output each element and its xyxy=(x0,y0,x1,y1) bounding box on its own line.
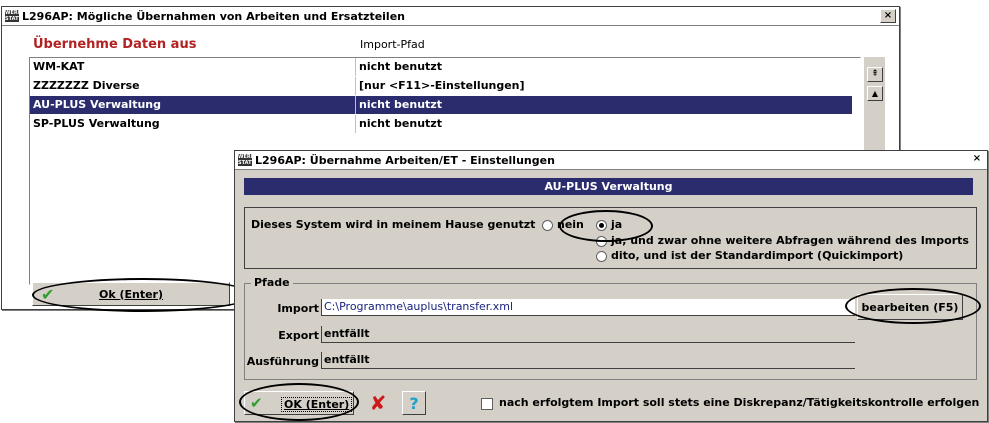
list-item-selected[interactable]: AU-PLUS Verwaltung nicht benutzt xyxy=(30,96,852,114)
front-window-title: L296AP: Übernahme Arbeiten/ET - Einstell… xyxy=(255,153,555,167)
list-item-path: nicht benutzt xyxy=(359,98,442,111)
list-item[interactable]: WM-KAT nicht benutzt xyxy=(30,58,852,76)
cancel-button[interactable]: ✘ xyxy=(366,391,390,415)
help-icon: ? xyxy=(409,393,419,413)
list-item-path: nicht benutzt xyxy=(359,60,442,73)
radio-label: ja, und zwar ohne weitere Abfragen währe… xyxy=(611,234,969,247)
app-icon: WERKSTATT xyxy=(238,154,252,166)
ok-label: OK (Enter) xyxy=(281,397,353,412)
back-ok-label: Ok (Enter) xyxy=(98,287,164,301)
paths-group-title: Pfade xyxy=(251,276,293,289)
export-field[interactable]: entfällt xyxy=(321,326,855,343)
checkmark-icon: ✔ xyxy=(41,285,55,304)
paths-group: Pfade Import C:\Programme\auplus\transfe… xyxy=(244,276,981,380)
list-item-name: ZZZZZZZ Diverse xyxy=(30,77,356,95)
cancel-x-icon: ✘ xyxy=(369,391,387,415)
radio-ja-ohne-abfragen[interactable]: ja, und zwar ohne weitere Abfragen währe… xyxy=(596,234,969,247)
front-window-titlebar: WERKSTATT L296AP: Übernahme Arbeiten/ET … xyxy=(235,151,987,170)
checkmark-icon: ✔ xyxy=(250,394,263,412)
radio-button-selected xyxy=(596,219,607,231)
radio-label: nein xyxy=(557,218,584,231)
back-ok-button[interactable]: ✔ Ok (Enter) xyxy=(32,282,230,306)
radio-button xyxy=(596,235,607,247)
usage-panel: Dieses System wird in meinem Hause genut… xyxy=(244,207,977,269)
ok-button[interactable]: ✔ OK (Enter) xyxy=(244,391,354,415)
export-label: Export xyxy=(278,329,319,342)
radio-ja[interactable]: ja xyxy=(596,218,622,231)
radio-label: dito, und ist der Standardimport (Quicki… xyxy=(611,249,904,262)
list-item-name: WM-KAT xyxy=(30,58,356,76)
column-header-import-path: Import-Pfad xyxy=(360,38,425,51)
app-icon: WERKSTATT xyxy=(5,10,19,22)
scroll-top-icon: ⇞ xyxy=(871,69,879,79)
radio-nein[interactable]: nein xyxy=(542,218,584,231)
list-item-name: SP-PLUS Verwaltung xyxy=(30,115,356,133)
discrepancy-checkbox-label: nach erfolgtem Import soll stets eine Di… xyxy=(499,396,980,409)
exec-field[interactable]: entfällt xyxy=(321,352,855,369)
scroll-up-button[interactable]: ▲ xyxy=(867,86,883,101)
back-window-title: L296AP: Mögliche Übernahmen von Arbeiten… xyxy=(22,9,405,23)
list-item[interactable]: SP-PLUS Verwaltung nicht benutzt xyxy=(30,115,852,133)
list-item-name: AU-PLUS Verwaltung xyxy=(30,96,356,114)
import-path-field[interactable]: C:\Programme\auplus\transfer.xml xyxy=(321,299,855,316)
list-item-path: nicht benutzt xyxy=(359,117,442,130)
column-header-source: Übernehme Daten aus xyxy=(33,37,197,52)
discrepancy-checkbox[interactable] xyxy=(481,398,493,410)
scroll-top-button[interactable]: ⇞ xyxy=(867,67,883,82)
edit-button[interactable]: bearbeiten (F5) xyxy=(857,294,963,320)
back-close-button[interactable]: × xyxy=(880,9,896,23)
scroll-up-icon: ▲ xyxy=(871,89,879,98)
list-item[interactable]: ZZZZZZZ Diverse [nur <F11>-Einstellungen… xyxy=(30,77,852,95)
usage-label: Dieses System wird in meinem Hause genut… xyxy=(251,218,536,231)
import-label: Import xyxy=(277,302,319,315)
radio-button xyxy=(596,250,607,262)
front-window: WERKSTATT L296AP: Übernahme Arbeiten/ET … xyxy=(234,150,988,422)
back-window-titlebar: WERKSTATT L296AP: Mögliche Übernahmen vo… xyxy=(2,7,899,26)
exec-label: Ausführung xyxy=(246,355,319,368)
help-button[interactable]: ? xyxy=(402,391,426,415)
radio-button xyxy=(542,219,553,231)
banner: AU-PLUS Verwaltung xyxy=(244,178,973,195)
front-close-button[interactable]: × xyxy=(970,153,984,165)
radio-label: ja xyxy=(611,218,623,231)
list-item-path: [nur <F11>-Einstellungen] xyxy=(359,79,525,92)
radio-dito[interactable]: dito, und ist der Standardimport (Quicki… xyxy=(596,249,903,262)
